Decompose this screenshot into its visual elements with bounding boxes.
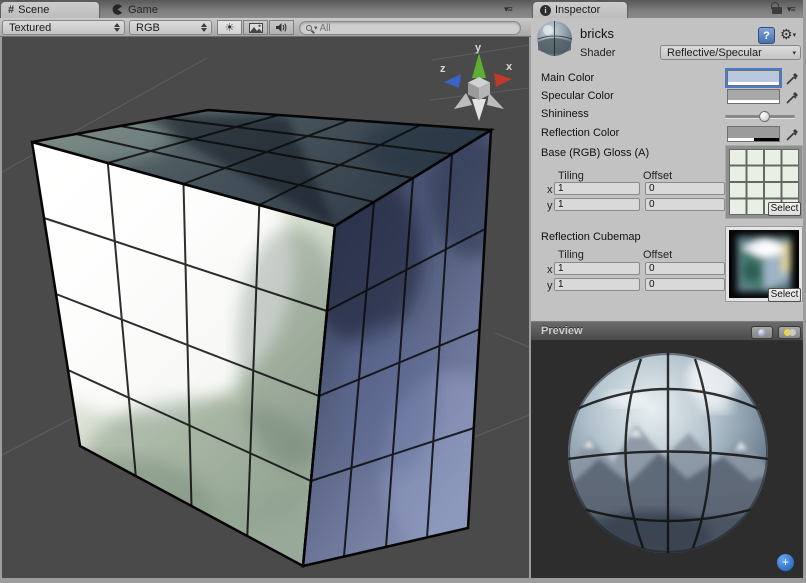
add-button[interactable]: + xyxy=(777,554,794,571)
cubemap-tiling-x-field[interactable] xyxy=(554,262,640,275)
base-tiling-x-field[interactable] xyxy=(554,182,640,195)
sun-icon: ☀ xyxy=(225,21,235,34)
cubemap-label: Reflection Cubemap xyxy=(541,231,641,243)
cubemap-select-button[interactable]: Select xyxy=(768,288,801,302)
stepper-arrows-icon xyxy=(195,23,207,32)
gizmo-x-label: x xyxy=(506,61,513,73)
sphere-icon xyxy=(758,329,766,337)
base-x-label: x xyxy=(547,184,553,196)
main-color-label: Main Color xyxy=(541,72,594,84)
skybox-fx-toggle[interactable] xyxy=(243,20,268,35)
gizmo-z-axis[interactable] xyxy=(444,74,461,88)
inspector-tabbar: i Inspector ▾≡ xyxy=(531,0,803,18)
preview-title: Preview xyxy=(531,325,583,337)
scene-toolbar: Textured RGB ☀ ▾ xyxy=(0,18,531,37)
scene-panel: # Scene Game ▾≡ Textured RGB ☀ xyxy=(0,0,531,581)
shader-value: Reflective/Specular xyxy=(667,47,762,59)
base-offset-x-field[interactable] xyxy=(645,182,725,195)
scene-grid-icon: # xyxy=(8,4,14,16)
shininess-label: Shininess xyxy=(541,108,589,120)
reflection-color-eyedropper-icon[interactable] xyxy=(786,127,800,141)
base-texture-select-button[interactable]: Select xyxy=(768,202,801,216)
preview-header: Preview xyxy=(531,321,803,341)
preview-shape-button[interactable] xyxy=(751,326,773,339)
shader-dropdown[interactable]: Reflective/Specular ▾ xyxy=(660,45,801,60)
light-off-dot-icon xyxy=(789,329,796,336)
stepper-arrows-icon xyxy=(108,23,120,32)
specular-color-swatch[interactable] xyxy=(727,89,780,104)
tab-scene-label: Scene xyxy=(18,4,49,16)
gizmo-z-label: z xyxy=(440,63,446,75)
main-color-swatch[interactable] xyxy=(727,70,780,86)
base-offset-y-field[interactable] xyxy=(645,198,725,211)
specular-color-eyedropper-icon[interactable] xyxy=(786,90,800,104)
gear-icon[interactable]: ⚙▾ xyxy=(780,26,796,43)
scene-cube[interactable] xyxy=(2,110,522,576)
gizmo-y-label: y xyxy=(475,42,482,54)
tab-scene[interactable]: # Scene xyxy=(0,1,100,18)
search-input[interactable] xyxy=(320,23,490,34)
game-icon xyxy=(111,3,124,16)
main-color-eyedropper-icon[interactable] xyxy=(786,71,800,85)
tab-game-label: Game xyxy=(128,4,158,16)
cubemap-y-label: y xyxy=(547,280,553,292)
preview-lighting-button[interactable] xyxy=(778,326,801,339)
shader-dropdown-arrow-icon: ▾ xyxy=(792,49,796,57)
speaker-icon xyxy=(275,22,288,33)
base-map-label: Base (RGB) Gloss (A) xyxy=(541,147,649,159)
gizmo-down-axis[interactable] xyxy=(472,99,486,121)
base-y-label: y xyxy=(547,200,553,212)
search-filter-arrow-icon: ▾ xyxy=(314,24,318,32)
search-icon xyxy=(306,25,312,31)
lock-icon[interactable] xyxy=(772,7,782,14)
gizmo-y-axis[interactable] xyxy=(472,53,486,78)
tab-inspector-label: Inspector xyxy=(555,4,600,16)
axis-gizmo[interactable]: y x z xyxy=(440,42,513,121)
cubemap-x-label: x xyxy=(547,264,553,276)
scene-lighting-toggle[interactable]: ☀ xyxy=(217,20,242,35)
base-tiling-label: Tiling xyxy=(558,170,584,182)
scene-viewport[interactable]: y x z xyxy=(0,37,531,581)
inspector-menu-icon[interactable]: ▾≡ xyxy=(787,4,795,15)
cubemap-offset-x-field[interactable] xyxy=(645,262,725,275)
cubemap-offset-y-field[interactable] xyxy=(645,278,725,291)
base-tiling-y-field[interactable] xyxy=(554,198,640,211)
gizmo-back-axis[interactable] xyxy=(487,93,504,109)
scene-tabbar: # Scene Game ▾≡ xyxy=(0,0,531,18)
cubemap-tiling-label: Tiling xyxy=(558,249,584,261)
scene-search-field[interactable]: ▾ xyxy=(299,21,521,35)
shininess-slider-handle[interactable] xyxy=(759,111,770,122)
material-preview-icon xyxy=(536,20,573,57)
reflection-color-label: Reflection Color xyxy=(541,127,619,139)
tab-inspector[interactable]: i Inspector xyxy=(532,1,628,18)
shader-label: Shader xyxy=(580,47,615,59)
specular-color-label: Specular Color xyxy=(541,90,614,102)
base-offset-label: Offset xyxy=(643,170,672,182)
reflection-color-swatch[interactable] xyxy=(727,126,780,142)
draw-mode-dropdown[interactable]: Textured xyxy=(2,20,125,35)
material-name: bricks xyxy=(580,26,614,41)
scene-menu-icon[interactable]: ▾≡ xyxy=(504,4,512,15)
material-preview-area[interactable]: + xyxy=(531,341,803,578)
inspector-panel: i Inspector ▾≡ bricks Shader Reflective/… xyxy=(531,0,806,581)
preview-sphere xyxy=(531,341,803,578)
scene-3d-view: y x z xyxy=(2,37,529,576)
color-mode-dropdown[interactable]: RGB xyxy=(129,20,212,35)
gizmo-x-axis[interactable] xyxy=(494,73,512,87)
help-icon[interactable]: ? xyxy=(758,27,775,44)
shininess-slider[interactable] xyxy=(725,115,795,118)
color-mode-value: RGB xyxy=(136,22,160,34)
info-icon: i xyxy=(540,5,551,16)
cubemap-tiling-y-field[interactable] xyxy=(554,278,640,291)
draw-mode-value: Textured xyxy=(9,22,51,34)
scene-audio-toggle[interactable] xyxy=(269,20,294,35)
cubemap-offset-label: Offset xyxy=(643,249,672,261)
tab-game[interactable]: Game xyxy=(103,1,166,18)
landscape-icon xyxy=(249,23,263,33)
